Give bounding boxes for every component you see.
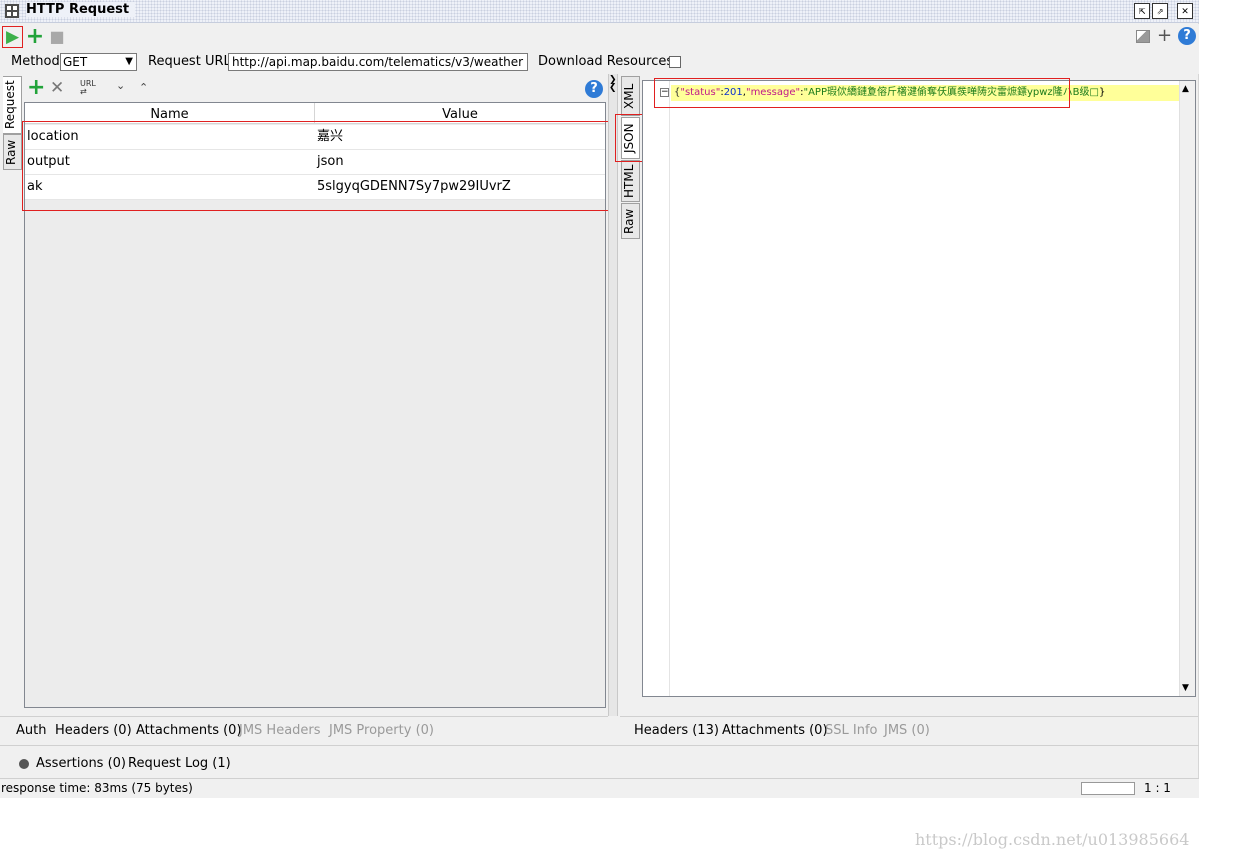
url-encode-icon[interactable]: URL ⇄: [80, 80, 96, 96]
maximize-icon[interactable]: ⇗: [1152, 3, 1168, 19]
window-title: HTTP Request: [26, 2, 136, 17]
delete-param-button[interactable]: ✕: [50, 76, 64, 100]
tab-ssl-info: SSL Info: [825, 723, 878, 738]
grid-icon: [5, 4, 19, 18]
add-step-button[interactable]: +: [25, 24, 45, 49]
assertion-status-icon: [19, 759, 29, 769]
url-label: Request URL:: [148, 54, 236, 69]
run-button[interactable]: ▶: [2, 26, 23, 48]
vertical-scrollbar[interactable]: ▲ ▼: [1179, 81, 1195, 696]
tab-jms: JMS (0): [884, 723, 930, 738]
status-bar: response time: 83ms (75 bytes) 1 : 1: [0, 778, 1199, 798]
tab-html[interactable]: HTML: [621, 160, 640, 202]
plus-icon: +: [25, 24, 45, 49]
play-icon: ▶: [5, 27, 20, 47]
add-param-button[interactable]: +: [27, 76, 45, 100]
json-response-highlight: [654, 78, 1070, 108]
tab-xml[interactable]: XML: [621, 76, 640, 116]
download-resources-checkbox[interactable]: [669, 56, 681, 68]
tab-request[interactable]: Request: [3, 76, 22, 134]
tab-assertions[interactable]: Assertions (0): [36, 756, 126, 771]
request-settings-row: Method GET ▼ Request URL: http://api.map…: [0, 50, 1199, 74]
splitter[interactable]: ❯ ❮: [608, 74, 618, 716]
method-select[interactable]: GET ▼: [60, 53, 137, 71]
close-icon[interactable]: ✕: [1177, 3, 1193, 19]
json-brace: }: [1099, 87, 1106, 98]
progress-indicator: [1081, 782, 1135, 795]
move-up-icon[interactable]: ⌃: [139, 81, 148, 94]
scroll-down-icon[interactable]: ▼: [1182, 683, 1189, 693]
response-bottom-tabs: Headers (13) Attachments (0) SSL Info JM…: [620, 716, 1198, 744]
method-value: GET: [63, 55, 88, 69]
filter-icon[interactable]: [1136, 30, 1150, 43]
stop-icon: ■: [49, 27, 65, 46]
help-icon[interactable]: ?: [1178, 27, 1196, 45]
http-request-window: HTTP Request ⇱ ⇗ ✕ ▶ + ■ + ? Method GET …: [0, 0, 1199, 798]
tab-jms-headers: JMS Headers: [239, 723, 321, 738]
chevron-down-icon: ▼: [125, 56, 133, 67]
response-time: response time: 83ms (75 bytes): [1, 781, 193, 795]
tab-response-headers[interactable]: Headers (13): [634, 723, 719, 738]
restore-icon[interactable]: ⇱: [1134, 3, 1150, 19]
add-icon[interactable]: +: [1157, 25, 1172, 46]
response-json-view: − {"status":201,"message":"APP瑕佽繑鏈夐傛斤櫡湕偷…: [642, 80, 1196, 697]
method-label: Method: [11, 54, 60, 69]
tab-auth[interactable]: Auth: [16, 723, 46, 738]
help-icon[interactable]: ?: [585, 80, 603, 98]
stop-button[interactable]: ■: [47, 27, 67, 47]
line-gutter: [643, 81, 670, 696]
cursor-position: 1 : 1: [1144, 781, 1171, 795]
tab-raw-response[interactable]: Raw: [621, 203, 640, 239]
collapse-left-icon[interactable]: ❯ ❮: [609, 76, 617, 93]
assertions-row: Assertions (0) Request Log (1): [0, 745, 1199, 777]
watermark: https://blog.csdn.net/u013985664: [915, 830, 1190, 849]
move-down-icon[interactable]: ⌄: [116, 79, 125, 92]
request-bottom-tabs: Auth Headers (0) Attachments (0) JMS Hea…: [0, 716, 608, 744]
tab-response-attachments[interactable]: Attachments (0): [722, 723, 828, 738]
tab-raw-request[interactable]: Raw: [3, 134, 22, 170]
title-bar: HTTP Request ⇱ ⇗ ✕: [0, 0, 1199, 23]
download-resources-label: Download Resources: [538, 54, 674, 69]
tab-request-attachments[interactable]: Attachments (0): [136, 723, 242, 738]
tab-request-headers[interactable]: Headers (0): [55, 723, 132, 738]
tab-request-log[interactable]: Request Log (1): [128, 756, 231, 771]
toolbar: ▶ + ■ + ?: [0, 24, 1199, 50]
tab-jms-property: JMS Property (0): [329, 723, 434, 738]
scroll-up-icon[interactable]: ▲: [1182, 84, 1189, 94]
params-highlight: [22, 121, 618, 211]
url-input[interactable]: http://api.map.baidu.com/telematics/v3/w…: [228, 53, 528, 71]
